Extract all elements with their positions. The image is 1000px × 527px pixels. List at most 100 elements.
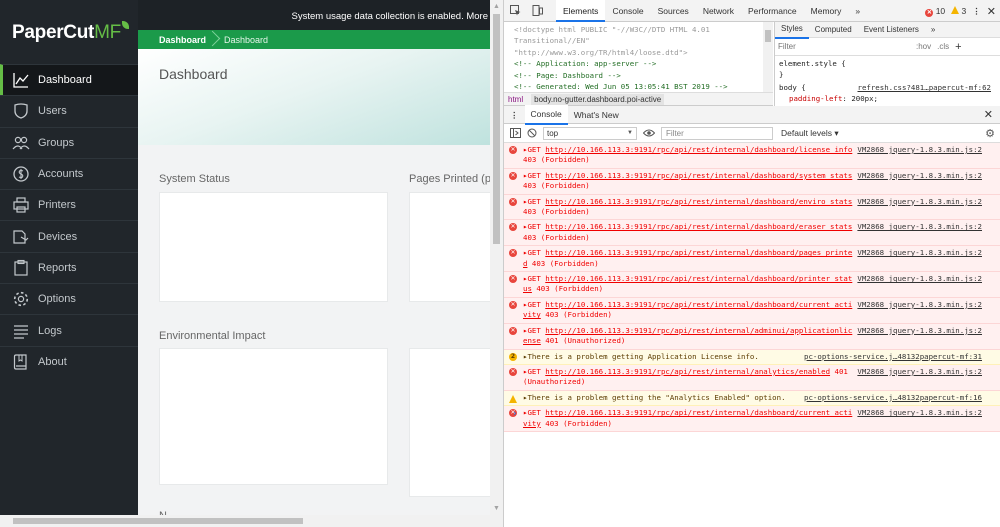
papercut-logo[interactable]: PaperCutMF [0, 0, 138, 64]
log-levels-dropdown[interactable]: Default levels ▾ [781, 128, 839, 139]
request-url-link[interactable]: http://10.166.113.3:9191/rpc/api/rest/in… [545, 367, 830, 376]
hover-state-toggle[interactable]: :hov [916, 42, 931, 51]
styles-rules[interactable]: element.style { } body {refresh.css?481…… [775, 56, 1000, 107]
inspect-element-icon[interactable] [504, 0, 526, 22]
request-url-link[interactable]: http://10.166.113.3:9191/rpc/api/rest/in… [545, 145, 852, 154]
sidebar-item-label: About [38, 355, 67, 368]
sidebar-item-accounts[interactable]: Accounts [0, 157, 138, 189]
close-devtools-icon[interactable]: ✕ [987, 5, 996, 18]
sidebar-item-dashboard[interactable]: Dashboard [0, 64, 138, 96]
tab-sources[interactable]: Sources [651, 0, 696, 22]
console-message[interactable]: ✕ ▸GET http://10.166.113.3:9191/rpc/api/r… [504, 220, 1000, 247]
console-message[interactable]: ✕ ▸GET http://10.166.113.3:9191/rpc/api/r… [504, 272, 1000, 298]
clear-console-icon[interactable] [527, 128, 537, 138]
tab-memory[interactable]: Memory [804, 0, 849, 22]
warning-counter[interactable]: 3 [951, 6, 966, 16]
console-prompt-caret-icon[interactable]: › [512, 409, 517, 419]
dom-node-line[interactable]: Transitional//EN" [514, 35, 773, 46]
vertical-scroll-thumb[interactable] [493, 14, 500, 244]
console-message[interactable]: ✕ ▸GET http://10.166.113.3:9191/rpc/api/r… [504, 364, 1000, 391]
dom-node-line[interactable]: <!doctype html PUBLIC "-//W3C//DTD HTML … [514, 24, 773, 35]
console-message[interactable]: 2 ▸There is a problem getting Application… [504, 349, 1000, 365]
sidebar-item-logs[interactable]: Logs [0, 314, 138, 345]
console-filter-input[interactable]: Filter [661, 126, 773, 140]
usage-notice-banner[interactable]: System usage data collection is enabled.… [138, 0, 490, 30]
source-link[interactable]: VM2868 jquery-1.8.3.min.js:2 [857, 274, 982, 284]
drawer-tab-whats-new[interactable]: What's New [568, 106, 625, 124]
console-message[interactable]: ✕ ▸GET http://10.166.113.3:9191/rpc/api/r… [504, 143, 1000, 169]
dom-node-line[interactable]: "http://www.w3.org/TR/html4/loose.dtd"> [514, 47, 773, 58]
context-select[interactable]: top [543, 126, 637, 140]
source-link[interactable]: VM2868 jquery-1.8.3.min.js:2 [857, 326, 982, 336]
body-rule-property[interactable]: padding-left [789, 94, 842, 103]
console-message[interactable]: ✕ ▸GET http://10.166.113.3:9191/rpc/api/r… [504, 297, 1000, 324]
sidebar-item-printers[interactable]: Printers [0, 189, 138, 220]
device-toolbar-icon[interactable] [526, 0, 548, 22]
body-rule-source-link[interactable]: refresh.css?481…papercut-mf:62 [858, 83, 992, 94]
tab-console[interactable]: Console [605, 0, 650, 22]
error-counter[interactable]: ✕ 10 [925, 6, 945, 17]
source-link[interactable]: VM2868 jquery-1.8.3.min.js:2 [857, 171, 982, 181]
tab-styles[interactable]: Styles [775, 21, 809, 39]
eye-icon[interactable] [643, 129, 655, 137]
request-url-link[interactable]: http://10.166.113.3:9191/rpc/api/rest/in… [545, 197, 852, 206]
body-rule-value[interactable]: 200px; [851, 94, 878, 103]
elements-scrollbar[interactable] [763, 22, 773, 92]
dom-node-line[interactable]: <!-- Application: app-server --> [514, 58, 773, 69]
body-rule-selector[interactable]: body { [779, 83, 806, 92]
drawer-tab-console[interactable]: Console [524, 104, 568, 125]
source-link[interactable]: VM2868 jquery-1.8.3.min.js:2 [857, 248, 982, 258]
crumb-html[interactable]: html [508, 95, 531, 104]
source-link[interactable]: VM2868 jquery-1.8.3.min.js:2 [857, 367, 982, 377]
tab-performance[interactable]: Performance [741, 0, 804, 22]
tab-elements[interactable]: Elements [556, 0, 606, 22]
source-link[interactable]: VM2868 jquery-1.8.3.min.js:2 [857, 408, 982, 418]
elements-tree[interactable]: <!doctype html PUBLIC "-//W3C//DTD HTML … [504, 22, 773, 92]
source-link[interactable]: VM2868 jquery-1.8.3.min.js:2 [857, 145, 982, 155]
tab-event-listeners[interactable]: Event Listeners [858, 22, 925, 38]
source-link[interactable]: VM2868 jquery-1.8.3.min.js:2 [857, 222, 982, 232]
styles-more-icon[interactable]: » [925, 22, 941, 38]
source-link[interactable]: pc-options-service.j…48132papercut-mf:16 [804, 393, 982, 403]
page-horizontal-scrollbar[interactable] [0, 515, 503, 527]
menu-kebab-icon[interactable]: ⋮ [972, 6, 981, 17]
scroll-up-arrow-icon[interactable]: ▲ [490, 0, 503, 13]
console-message[interactable]: ✕ ▸GET http://10.166.113.3:9191/rpc/api/r… [504, 168, 1000, 195]
tab-network[interactable]: Network [696, 0, 741, 22]
dom-node-line[interactable]: <!-- Generated: Wed Jun 05 13:05:41 BST … [514, 81, 773, 92]
scroll-down-arrow-icon[interactable]: ▼ [490, 502, 503, 515]
console-message[interactable]: ▸There is a problem getting the "Analyti… [504, 390, 1000, 407]
sidebar-item-users[interactable]: Users [0, 95, 138, 126]
add-rule-icon[interactable]: + [955, 41, 961, 53]
sidebar-item-groups[interactable]: Groups [0, 126, 138, 158]
source-link[interactable]: VM2868 jquery-1.8.3.min.js:2 [857, 300, 982, 310]
element-style-rule[interactable]: element.style { [779, 59, 997, 70]
console-message[interactable]: ✕ ▸GET http://10.166.113.3:9191/rpc/api/r… [504, 323, 1000, 350]
dom-node-line[interactable]: <!-- Page: Dashboard --> [514, 70, 773, 81]
close-drawer-icon[interactable]: ✕ [984, 108, 993, 121]
styles-filter-input[interactable] [778, 42, 910, 51]
sidebar-toggle-icon[interactable] [510, 128, 521, 138]
console-message[interactable]: ✕ ▸GET http://10.166.113.3:9191/rpc/api/r… [504, 246, 1000, 273]
crumb-body[interactable]: body.no-gutter.dashboard.poi-active [531, 94, 665, 105]
console-message[interactable]: ✕ ▸GET http://10.166.113.3:9191/rpc/api/r… [504, 194, 1000, 221]
breadcrumb-item-dashboard[interactable]: Dashboard [138, 35, 214, 45]
sidebar-item-options[interactable]: Options [0, 283, 138, 314]
horizontal-scroll-thumb[interactable] [13, 518, 303, 524]
sidebar-item-reports[interactable]: Reports [0, 251, 138, 283]
console-output[interactable]: ✕ ▸GET http://10.166.113.3:9191/rpc/api/r… [504, 143, 1000, 527]
request-url-link[interactable]: http://10.166.113.3:9191/rpc/api/rest/in… [545, 222, 852, 231]
console-message[interactable]: ✕ ▸GET http://10.166.113.3:9191/rpc/api/r… [504, 406, 1000, 432]
request-url-link[interactable]: http://10.166.113.3:9191/rpc/api/rest/in… [545, 171, 852, 180]
console-settings-gear-icon[interactable]: ⚙ [985, 127, 995, 140]
sidebar-item-devices[interactable]: Devices [0, 220, 138, 251]
sidebar-item-about[interactable]: About [0, 345, 138, 377]
source-link[interactable]: VM2868 jquery-1.8.3.min.js:2 [857, 197, 982, 207]
drawer-menu-icon[interactable]: ⋮ [504, 106, 525, 124]
page-vertical-scrollbar[interactable]: ▲ ▼ [490, 0, 503, 515]
class-toggle[interactable]: .cls [937, 42, 949, 51]
tab-computed[interactable]: Computed [809, 22, 858, 38]
more-tabs-icon[interactable]: » [848, 0, 867, 22]
elements-scroll-thumb[interactable] [765, 30, 771, 42]
source-link[interactable]: pc-options-service.j…48132papercut-mf:31 [804, 352, 982, 362]
